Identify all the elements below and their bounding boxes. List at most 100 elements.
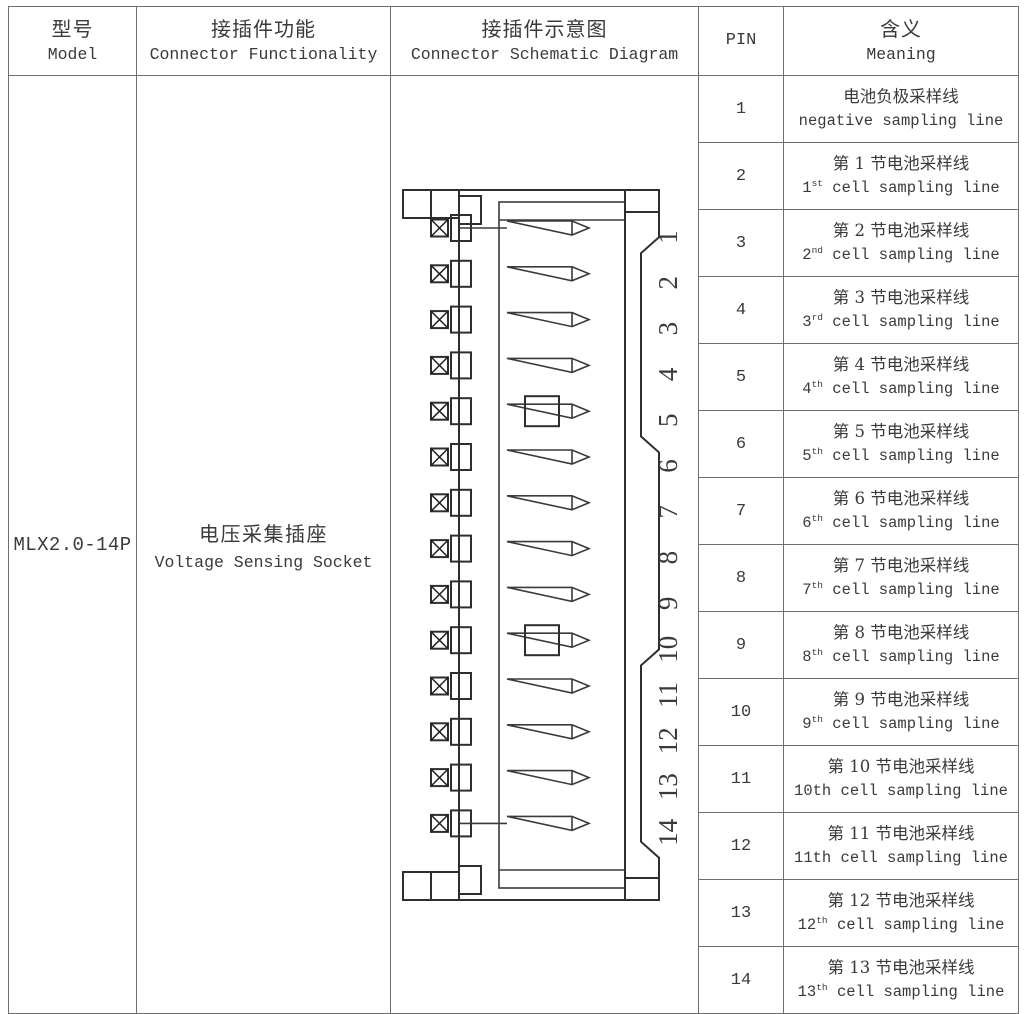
connector-spec-table: 型号 Model 接插件功能 Connector Functionality 接… [8, 6, 1019, 1014]
meaning-cn: 第 7 节电池采样线 [832, 555, 970, 575]
pin-number-label: 13 [653, 773, 683, 800]
meaning-cn: 第 2 节电池采样线 [832, 220, 970, 240]
terminal-cross-icon [429, 630, 449, 649]
meaning-cell: 第 13 节电池采样线 13th cell sampling line [783, 946, 1019, 1014]
header-diagram: 接插件示意图 Connector Schematic Diagram [390, 6, 699, 76]
pin-blade [506, 677, 591, 694]
pin-number: 12 [698, 812, 784, 880]
pin-blade [506, 586, 591, 602]
meaning-en: 9th cell sampling line [802, 714, 1000, 734]
ordinal-suffix: rd [811, 312, 823, 324]
header-function-cn: 接插件功能 [211, 16, 316, 41]
pin-number: 11 [698, 745, 784, 813]
pin-number-label: 4 [653, 367, 683, 381]
terminal-cross-icon [429, 355, 449, 374]
terminal-cross-icon [429, 493, 449, 512]
terminal-cross-icon [429, 722, 449, 741]
ordinal-suffix: th [811, 446, 823, 458]
pin-number: 10 [698, 678, 784, 746]
mounting-tab-outer [401, 870, 432, 901]
pin-number: 7 [698, 477, 784, 545]
meaning-en: 6th cell sampling line [802, 513, 1000, 533]
meaning-en: 4th cell sampling line [802, 379, 1000, 399]
meaning-cn: 第 8 节电池采样线 [832, 622, 970, 642]
mounting-tab-outer [401, 188, 432, 219]
header-pin-en: PIN [725, 30, 757, 50]
spec-sheet: 型号 Model 接插件功能 Connector Functionality 接… [0, 6, 1024, 1014]
meaning-cn: 第 13 节电池采样线 [827, 957, 975, 977]
meaning-cell: 第 10 节电池采样线 10th cell sampling line [783, 745, 1019, 813]
pin-number-label: 10 [653, 635, 683, 662]
terminal-cross-icon [429, 310, 449, 329]
meaning-en: 8th cell sampling line [802, 647, 1000, 667]
pin-number-label: 9 [653, 596, 683, 610]
terminal-retainer [449, 534, 472, 563]
pin-number: 2 [698, 142, 784, 210]
pin-number-label: 14 [653, 818, 683, 846]
pin-blade [506, 402, 591, 419]
pin-number-label: 12 [653, 727, 683, 754]
header-diagram-cn: 接插件示意图 [481, 16, 608, 41]
ordinal-suffix: th [811, 379, 823, 391]
meaning-cell: 电池负极采样线 negative sampling line [783, 75, 1019, 143]
meaning-cell: 第 5 节电池采样线 5th cell sampling line [783, 410, 1019, 478]
pin-blade [506, 494, 591, 511]
pin-number: 1 [698, 75, 784, 143]
terminal-cross-icon [429, 264, 449, 283]
pin-number-label: 5 [653, 413, 683, 427]
terminal-cross-icon [429, 401, 449, 420]
terminal-retainer [449, 763, 472, 792]
pin-number: 9 [698, 611, 784, 679]
header-meaning: 含义 Meaning [783, 6, 1019, 76]
model-value: MLX2.0-14P [8, 75, 137, 1014]
meaning-en: 5th cell sampling line [802, 446, 1000, 466]
pin-blade [506, 448, 591, 465]
terminal-retainer [449, 579, 472, 608]
terminal-retainer [449, 350, 472, 379]
meaning-cell: 第 4 节电池采样线 4th cell sampling line [783, 343, 1019, 411]
mounting-tab-inner [429, 188, 460, 219]
terminal-retainer [449, 442, 472, 471]
pin-cavity-block [497, 200, 626, 889]
meaning-en: 2nd cell sampling line [802, 245, 1000, 265]
pin-blade [506, 219, 591, 236]
meaning-cn: 第 5 节电池采样线 [832, 421, 970, 441]
meaning-en: negative sampling line [798, 112, 1004, 131]
terminal-retainer [449, 488, 472, 517]
meaning-cell: 第 6 节电池采样线 6th cell sampling line [783, 477, 1019, 545]
ordinal-suffix: nd [811, 245, 823, 257]
meaning-en: 3rd cell sampling line [802, 312, 1000, 332]
pin-number: 6 [698, 410, 784, 478]
ordinal-suffix: th [816, 982, 828, 994]
meaning-en: 7th cell sampling line [802, 580, 1000, 600]
mounting-tab-inner [429, 870, 460, 901]
profile-corner-bottom [623, 876, 660, 901]
meaning-en: 10th cell sampling line [794, 782, 1008, 801]
profile-corner-top [623, 188, 660, 213]
pin-number-label: 8 [653, 550, 683, 564]
pin-number-label: 2 [653, 276, 683, 290]
header-model-cn: 型号 [51, 16, 94, 41]
pin-blade [506, 631, 591, 648]
meaning-cn: 第 12 节电池采样线 [827, 890, 975, 910]
header-model-en: Model [47, 45, 98, 65]
pin-blade [506, 357, 591, 373]
pin-number-label: 3 [653, 321, 683, 335]
diagram-wrap: 1 2 3 4 5 6 7 8 9 10 11 12 13 14 [391, 180, 698, 910]
terminal-cross-icon [429, 447, 449, 466]
pin-number: 4 [698, 276, 784, 344]
ordinal-suffix: st [811, 178, 823, 190]
pin-number: 13 [698, 879, 784, 947]
pin-blade [506, 265, 591, 282]
terminal-retainer [449, 259, 472, 288]
header-diagram-en: Connector Schematic Diagram [410, 45, 679, 65]
meaning-cell: 第 7 节电池采样线 7th cell sampling line [783, 544, 1019, 612]
header-meaning-cn: 含义 [880, 16, 922, 41]
meaning-cn: 第 9 节电池采样线 [832, 689, 970, 709]
meaning-cell: 第 8 节电池采样线 8th cell sampling line [783, 611, 1019, 679]
function-value-en: Voltage Sensing Socket [154, 552, 373, 572]
header-meaning-en: Meaning [866, 45, 936, 65]
meaning-cell: 第 11 节电池采样线 11th cell sampling line [783, 812, 1019, 880]
pin-number: 14 [698, 946, 784, 1014]
terminal-retainer [449, 671, 472, 700]
